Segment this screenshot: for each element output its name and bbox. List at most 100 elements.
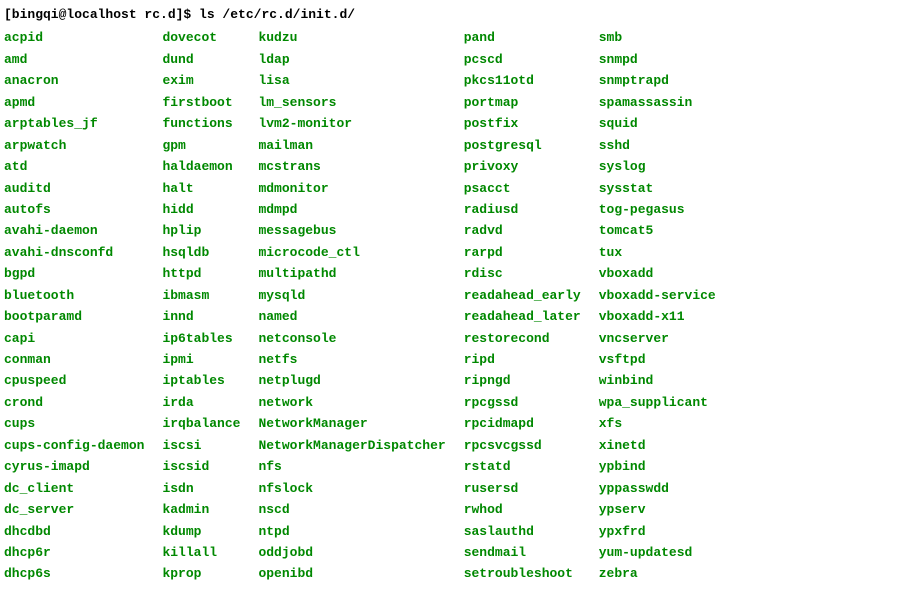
- file-entry: NetworkManagerDispatcher: [258, 435, 445, 456]
- file-entry: dund: [162, 49, 240, 70]
- file-entry: amd: [4, 49, 144, 70]
- file-entry: ypserv: [599, 499, 716, 520]
- file-entry: autofs: [4, 199, 144, 220]
- file-entry: rarpd: [464, 242, 581, 263]
- file-entry: iptables: [162, 370, 240, 391]
- file-entry: tux: [599, 242, 716, 263]
- directory-listing: acpidamdanacronapmdarptables_jfarpwatcha…: [4, 27, 910, 584]
- file-entry: gpm: [162, 135, 240, 156]
- file-entry: dovecot: [162, 27, 240, 48]
- file-entry: cups: [4, 413, 144, 434]
- file-entry: xinetd: [599, 435, 716, 456]
- file-entry: NetworkManager: [258, 413, 445, 434]
- file-entry: syslog: [599, 156, 716, 177]
- file-entry: pcscd: [464, 49, 581, 70]
- listing-column-0: acpidamdanacronapmdarptables_jfarpwatcha…: [4, 27, 162, 584]
- file-entry: dc_client: [4, 478, 144, 499]
- file-entry: nfslock: [258, 478, 445, 499]
- file-entry: apmd: [4, 92, 144, 113]
- file-entry: auditd: [4, 178, 144, 199]
- file-entry: iscsi: [162, 435, 240, 456]
- file-entry: anacron: [4, 70, 144, 91]
- file-entry: xfs: [599, 413, 716, 434]
- file-entry: bluetooth: [4, 285, 144, 306]
- file-entry: winbind: [599, 370, 716, 391]
- file-entry: avahi-dnsconfd: [4, 242, 144, 263]
- file-entry: vncserver: [599, 328, 716, 349]
- file-entry: ypbind: [599, 456, 716, 477]
- file-entry: smb: [599, 27, 716, 48]
- file-entry: named: [258, 306, 445, 327]
- listing-column-4: smbsnmpdsnmptrapdspamassassinsquidsshdsy…: [599, 27, 716, 584]
- file-entry: bootparamd: [4, 306, 144, 327]
- file-entry: exim: [162, 70, 240, 91]
- file-entry: bgpd: [4, 263, 144, 284]
- file-entry: mailman: [258, 135, 445, 156]
- file-entry: ripngd: [464, 370, 581, 391]
- listing-column-3: pandpcscdpkcs11otdportmappostfixpostgres…: [464, 27, 599, 584]
- file-entry: capi: [4, 328, 144, 349]
- file-entry: multipathd: [258, 263, 445, 284]
- file-entry: postgresql: [464, 135, 581, 156]
- file-entry: dhcp6r: [4, 542, 144, 563]
- file-entry: hsqldb: [162, 242, 240, 263]
- file-entry: wpa_supplicant: [599, 392, 716, 413]
- file-entry: netplugd: [258, 370, 445, 391]
- file-entry: snmpd: [599, 49, 716, 70]
- file-entry: ipmi: [162, 349, 240, 370]
- file-entry: kudzu: [258, 27, 445, 48]
- file-entry: yppasswdd: [599, 478, 716, 499]
- file-entry: portmap: [464, 92, 581, 113]
- file-entry: hidd: [162, 199, 240, 220]
- listing-column-2: kudzuldaplisalm_sensorslvm2-monitormailm…: [258, 27, 463, 584]
- file-entry: pkcs11otd: [464, 70, 581, 91]
- file-entry: rstatd: [464, 456, 581, 477]
- file-entry: sendmail: [464, 542, 581, 563]
- file-entry: rusersd: [464, 478, 581, 499]
- file-entry: rpcidmapd: [464, 413, 581, 434]
- file-entry: atd: [4, 156, 144, 177]
- file-entry: cyrus-imapd: [4, 456, 144, 477]
- file-entry: mdmpd: [258, 199, 445, 220]
- file-entry: mdmonitor: [258, 178, 445, 199]
- file-entry: tomcat5: [599, 220, 716, 241]
- listing-column-1: dovecotdundeximfirstbootfunctionsgpmhald…: [162, 27, 258, 584]
- file-entry: functions: [162, 113, 240, 134]
- file-entry: snmptrapd: [599, 70, 716, 91]
- file-entry: irqbalance: [162, 413, 240, 434]
- file-entry: ripd: [464, 349, 581, 370]
- file-entry: rpcsvcgssd: [464, 435, 581, 456]
- file-entry: psacct: [464, 178, 581, 199]
- file-entry: crond: [4, 392, 144, 413]
- file-entry: mysqld: [258, 285, 445, 306]
- file-entry: pand: [464, 27, 581, 48]
- file-entry: acpid: [4, 27, 144, 48]
- file-entry: restorecond: [464, 328, 581, 349]
- file-entry: sshd: [599, 135, 716, 156]
- file-entry: radvd: [464, 220, 581, 241]
- file-entry: conman: [4, 349, 144, 370]
- file-entry: messagebus: [258, 220, 445, 241]
- file-entry: irda: [162, 392, 240, 413]
- file-entry: avahi-daemon: [4, 220, 144, 241]
- file-entry: vboxadd-x11: [599, 306, 716, 327]
- file-entry: vsftpd: [599, 349, 716, 370]
- file-entry: yum-updatesd: [599, 542, 716, 563]
- file-entry: spamassassin: [599, 92, 716, 113]
- file-entry: readahead_early: [464, 285, 581, 306]
- file-entry: tog-pegasus: [599, 199, 716, 220]
- shell-prompt: [bingqi@localhost rc.d]$ ls /etc/rc.d/in…: [4, 4, 910, 25]
- file-entry: cpuspeed: [4, 370, 144, 391]
- file-entry: ibmasm: [162, 285, 240, 306]
- file-entry: cups-config-daemon: [4, 435, 144, 456]
- file-entry: hplip: [162, 220, 240, 241]
- file-entry: kprop: [162, 563, 240, 584]
- file-entry: arpwatch: [4, 135, 144, 156]
- file-entry: lisa: [258, 70, 445, 91]
- file-entry: nscd: [258, 499, 445, 520]
- file-entry: radiusd: [464, 199, 581, 220]
- file-entry: rpcgssd: [464, 392, 581, 413]
- file-entry: lvm2-monitor: [258, 113, 445, 134]
- file-entry: microcode_ctl: [258, 242, 445, 263]
- file-entry: ip6tables: [162, 328, 240, 349]
